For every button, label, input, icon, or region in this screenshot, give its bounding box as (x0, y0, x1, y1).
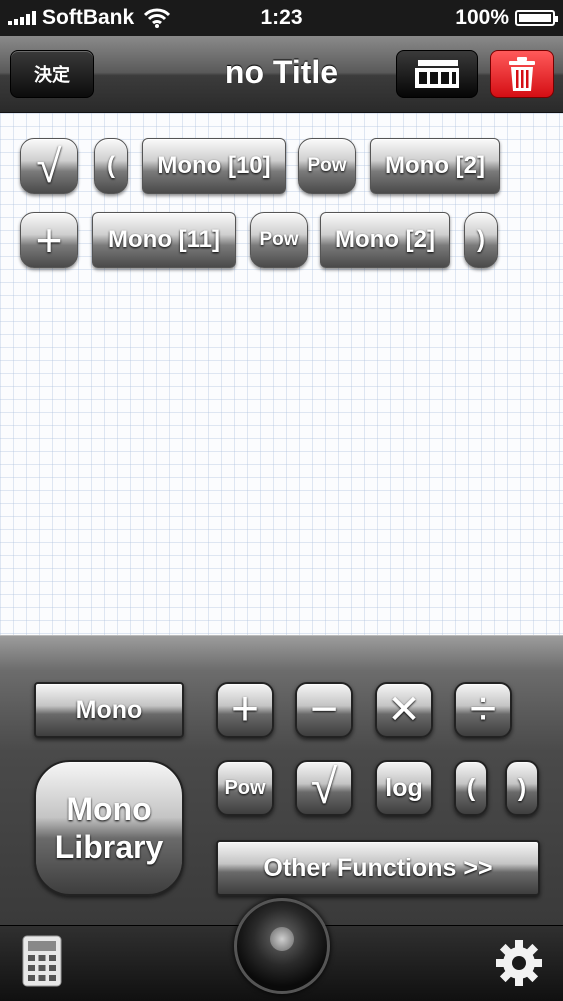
open-paren-button[interactable]: ( (454, 760, 488, 816)
calculator-icon (22, 935, 62, 987)
gallery-button[interactable] (396, 50, 478, 98)
formula-token-pow[interactable]: Pow (250, 212, 308, 268)
divide-button[interactable]: ÷ (454, 682, 512, 738)
multiply-button[interactable]: ✕ (375, 682, 433, 738)
other-functions-button[interactable]: Other Functions >> (216, 840, 540, 896)
delete-button[interactable] (490, 50, 554, 98)
sqrt-button[interactable]: √ (295, 760, 353, 816)
nav-bar: 決定 no Title (0, 36, 563, 113)
home-knob-button[interactable] (234, 898, 330, 994)
formula-token-close-paren[interactable]: ) (464, 212, 498, 268)
settings-button[interactable] (494, 938, 544, 988)
battery-percent: 100% (455, 6, 509, 29)
gallery-icon (415, 60, 459, 88)
formula-token-mono-2[interactable]: Mono [2] (370, 138, 500, 194)
minus-button[interactable]: − (295, 682, 353, 738)
decide-button[interactable]: 決定 (10, 50, 94, 98)
mono-library-label-line2: Library (54, 829, 164, 865)
close-paren-button[interactable]: ) (505, 760, 539, 816)
formula-token-open-paren[interactable]: ( (94, 138, 128, 194)
plus-button[interactable]: + (216, 682, 274, 738)
page-title: no Title (224, 54, 339, 90)
pow-button[interactable]: Pow (216, 760, 274, 816)
formula-token-mono-2[interactable]: Mono [2] (320, 212, 450, 268)
keypad: Mono Mono Library + − ✕ ÷ Pow √ log ( ) … (0, 635, 563, 926)
formula-token-mono-10[interactable]: Mono [10] (142, 138, 286, 194)
calculator-button[interactable] (22, 935, 62, 987)
formula-token-sqrt[interactable]: √ (20, 138, 78, 194)
gear-icon (496, 940, 542, 986)
mono-library-button[interactable]: Mono Library (34, 760, 184, 896)
formula-token-mono-11[interactable]: Mono [11] (92, 212, 236, 268)
log-button[interactable]: log (375, 760, 433, 816)
formula-token-pow[interactable]: Pow (298, 138, 356, 194)
formula-canvas[interactable]: √ ( Mono [10] Pow Mono [2] + Mono [11] P… (0, 113, 563, 635)
battery-icon (515, 10, 558, 26)
trash-icon (509, 57, 535, 91)
mono-button[interactable]: Mono (34, 682, 184, 738)
formula-token-plus[interactable]: + (20, 212, 78, 268)
mono-library-label-line1: Mono (66, 790, 152, 827)
status-bar: SoftBank 1:23 100% (0, 0, 563, 36)
